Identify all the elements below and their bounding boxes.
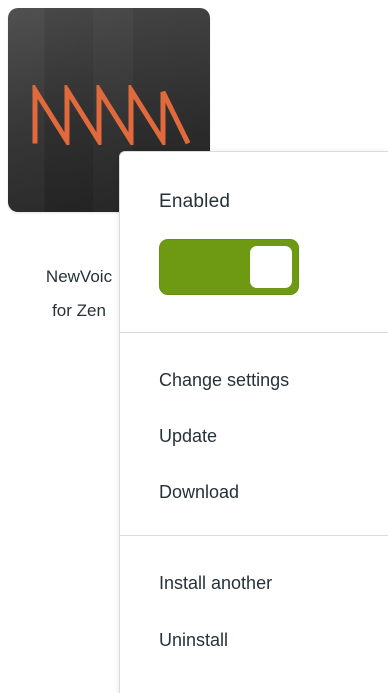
- waveform-logo-icon: [32, 85, 190, 145]
- update-menu-item[interactable]: Update: [159, 425, 217, 447]
- app-actions-menu: Enabled Change settings Update Download …: [119, 151, 388, 693]
- download-menu-item[interactable]: Download: [159, 481, 239, 503]
- install-another-menu-item[interactable]: Install another: [159, 572, 272, 594]
- change-settings-menu-item[interactable]: Change settings: [159, 369, 289, 391]
- toggle-knob[interactable]: [250, 246, 292, 288]
- uninstall-menu-item[interactable]: Uninstall: [159, 629, 228, 651]
- app-management-screen: NewVoic for Zen Enabled Change settings …: [0, 0, 388, 693]
- enabled-toggle[interactable]: [159, 239, 299, 295]
- menu-divider: [120, 535, 388, 536]
- enabled-label: Enabled: [159, 191, 231, 212]
- menu-divider: [120, 332, 388, 333]
